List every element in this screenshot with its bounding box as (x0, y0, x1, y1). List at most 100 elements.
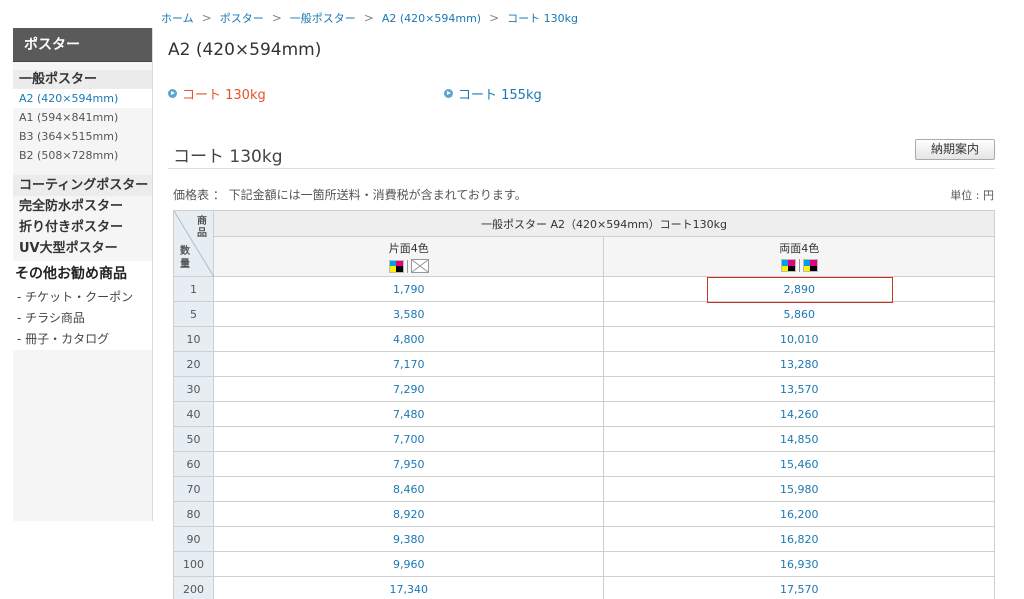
sidebar-size-b2[interactable]: B2 (508×728mm) (13, 146, 152, 165)
price-cell-single[interactable]: 1,790 (212, 276, 605, 302)
price-cell-double[interactable]: 13,570 (603, 376, 995, 402)
price-cell-single[interactable]: 7,480 (212, 401, 605, 427)
sidebar-size-a2[interactable]: A2 (420×594mm) (13, 89, 152, 108)
sidebar-link-waterproof-poster[interactable]: 完全防水ポスター (13, 196, 152, 217)
section-title: コート 130kg (173, 147, 283, 167)
table-row: 5 3,580 5,860 (173, 301, 995, 327)
table-row: 10 4,800 10,010 (173, 326, 995, 352)
price-cell-double[interactable]: 16,200 (603, 501, 995, 527)
price-cell-double[interactable]: 14,850 (603, 426, 995, 452)
price-cell-single[interactable]: 8,460 (212, 476, 605, 502)
sidebar-header: ポスター (13, 28, 152, 62)
sidebar-other-flyer[interactable]: - チラシ商品 (13, 308, 152, 329)
price-cell-double[interactable]: 16,820 (603, 526, 995, 552)
divider (406, 259, 408, 273)
paper-link-coat-155[interactable]: コート 155kg (444, 84, 542, 103)
breadcrumb-poster[interactable]: ポスター (220, 10, 264, 26)
cmyk-icon (802, 259, 818, 272)
table-row: 90 9,380 16,820 (173, 526, 995, 552)
cmyk-icon (780, 259, 796, 272)
breadcrumb-separator: > (271, 11, 282, 25)
table-main-header: 一般ポスター A2（420×594mm）コート130kg (213, 210, 995, 237)
price-rows: 1 1,790 2,890 5 3,580 5,860 10 4,800 10,010 20 7,1… (173, 276, 995, 599)
price-cell-single[interactable]: 7,290 (212, 376, 605, 402)
arrow-circle-icon (168, 89, 177, 98)
table-row: 100 9,960 16,930 (173, 551, 995, 577)
breadcrumb: ホーム > ポスター > 一般ポスター > A2 (420×594mm) > コート 130kg (161, 10, 578, 26)
paper-link-label: コート 130kg (182, 88, 266, 103)
qty-cell: 100 (173, 551, 214, 577)
unit-note: 単位 : 円 (950, 189, 994, 202)
price-cell-double[interactable]: 2,890 (603, 276, 995, 303)
price-cell-single[interactable]: 4,800 (212, 326, 605, 352)
price-cell-double[interactable]: 15,460 (603, 451, 995, 477)
qty-cell: 200 (173, 576, 214, 599)
divider (798, 259, 800, 272)
price-cell-double[interactable]: 13,280 (603, 351, 995, 377)
sidebar-link-folded-poster[interactable]: 折り付きポスター (13, 217, 152, 238)
sidebar-other-booklet[interactable]: - 冊子・カタログ (13, 329, 152, 350)
table-row: 1 1,790 2,890 (173, 276, 995, 303)
paper-type-links: コート 130kg コート 155kg (168, 84, 588, 104)
qty-cell: 1 (173, 276, 214, 302)
qty-cell: 5 (173, 301, 214, 327)
price-cell-double[interactable]: 16,930 (603, 551, 995, 577)
price-cell-single[interactable]: 8,920 (212, 501, 605, 527)
sidebar-link-coating-poster[interactable]: コーティングポスター (13, 175, 152, 196)
print-color-icons (604, 259, 994, 272)
breadcrumb-current[interactable]: コート 130kg (507, 10, 578, 26)
breadcrumb-a2[interactable]: A2 (420×594mm) (382, 12, 481, 25)
price-note: 価格表 ： 下記金額には一箇所送料・消費税が含まれております。 (173, 188, 527, 202)
arrow-circle-icon (444, 89, 453, 98)
blank-side-icon (410, 259, 429, 273)
qty-cell: 30 (173, 376, 214, 402)
price-cell-double[interactable]: 5,860 (603, 301, 995, 327)
breadcrumb-separator: > (201, 11, 212, 25)
sidebar-link-uv-poster[interactable]: UV大型ポスター (13, 238, 152, 259)
table-row: 50 7,700 14,850 (173, 426, 995, 452)
col-header-label: 片面4色 (388, 242, 429, 255)
table-row: 80 8,920 16,200 (173, 501, 995, 527)
corner-qty-label: 数量 (180, 246, 190, 270)
sidebar-group-general-poster[interactable]: 一般ポスター (13, 70, 152, 89)
delivery-info-button[interactable]: 納期案内 (915, 139, 995, 160)
qty-cell: 60 (173, 451, 214, 477)
price-cell-double[interactable]: 14,260 (603, 401, 995, 427)
print-color-icons (214, 259, 603, 273)
price-cell-double[interactable]: 10,010 (603, 326, 995, 352)
qty-cell: 80 (173, 501, 214, 527)
sidebar-size-a1[interactable]: A1 (594×841mm) (13, 108, 152, 127)
sidebar-size-b3[interactable]: B3 (364×515mm) (13, 127, 152, 146)
breadcrumb-home[interactable]: ホーム (161, 10, 194, 26)
price-cell-single[interactable]: 7,700 (212, 426, 605, 452)
table-row: 70 8,460 15,980 (173, 476, 995, 502)
price-cell-single[interactable]: 3,580 (212, 301, 605, 327)
price-cell-single[interactable]: 9,960 (212, 551, 605, 577)
paper-link-coat-130[interactable]: コート 130kg (168, 84, 266, 103)
col-header-label: 両面4色 (779, 242, 820, 255)
price-table: 商品 数量 一般ポスター A2（420×594mm）コート130kg 片面4色 … (173, 210, 995, 599)
breadcrumb-general-poster[interactable]: 一般ポスター (290, 10, 356, 26)
qty-cell: 20 (173, 351, 214, 377)
qty-cell: 70 (173, 476, 214, 502)
breadcrumb-separator: > (489, 11, 500, 25)
qty-cell: 90 (173, 526, 214, 552)
price-cell-single[interactable]: 9,380 (212, 526, 605, 552)
price-cell-double[interactable]: 15,980 (603, 476, 995, 502)
section-divider (168, 168, 995, 169)
price-cell-single[interactable]: 7,170 (212, 351, 605, 377)
price-cell-single[interactable]: 17,340 (212, 576, 605, 599)
highlight-box (707, 277, 894, 303)
sidebar-other-ticket[interactable]: - チケット・クーポン (13, 287, 152, 308)
table-row: 40 7,480 14,260 (173, 401, 995, 427)
sidebar-other-title: その他お勧め商品 (13, 261, 152, 287)
price-cell-double[interactable]: 17,570 (603, 576, 995, 599)
table-corner-cell: 商品 数量 (173, 210, 214, 277)
table-row: 30 7,290 13,570 (173, 376, 995, 402)
col-header-single-side: 片面4色 (212, 236, 605, 277)
table-row: 60 7,950 15,460 (173, 451, 995, 477)
col-header-double-side: 両面4色 (603, 236, 995, 277)
cmyk-icon (388, 259, 404, 273)
price-cell-single[interactable]: 7,950 (212, 451, 605, 477)
